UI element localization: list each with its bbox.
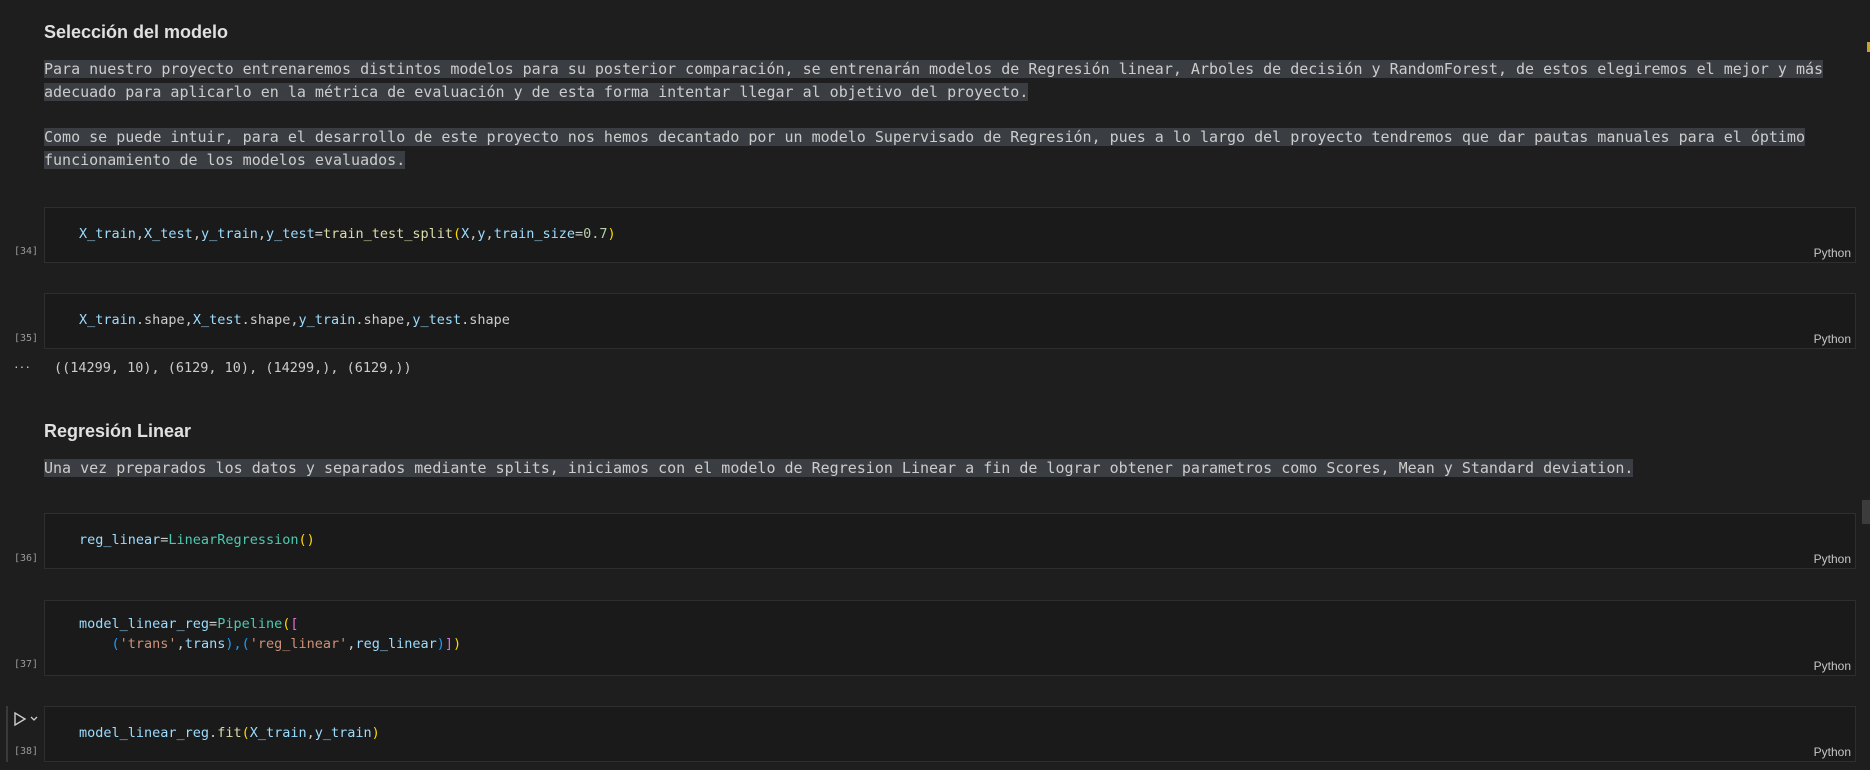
code-editor[interactable]: model_linear_reg=Pipeline([ ('trans',tra…: [79, 614, 461, 654]
cell-focus-bar: [6, 706, 8, 762]
cell-output: ((14299, 10), (6129, 10), (14299,), (612…: [54, 360, 412, 376]
execution-count: [34]: [14, 246, 39, 257]
code-cell-34[interactable]: X_train,X_test,y_train,y_test=train_test…: [44, 207, 1856, 263]
execution-count: [36]: [14, 553, 39, 564]
execution-count: [37]: [14, 659, 39, 670]
code-cell-38[interactable]: model_linear_reg.fit(X_train,y_train) Py…: [44, 706, 1856, 762]
code-editor[interactable]: reg_linear=LinearRegression(): [79, 530, 315, 550]
markdown-paragraph: Una vez preparados los datos y separados…: [44, 459, 1634, 477]
markdown-paragraph: Como se puede intuir, para el desarrollo…: [44, 128, 1805, 169]
scrollbar-thumb[interactable]: [1862, 500, 1870, 524]
code-cell-35[interactable]: X_train.shape,X_test.shape,y_train.shape…: [44, 293, 1856, 349]
section-title-seleccion: Selección del modelo: [44, 22, 229, 42]
cell-language[interactable]: Python: [1814, 552, 1851, 566]
chevron-down-icon: [30, 716, 38, 721]
code-editor[interactable]: X_train,X_test,y_train,y_test=train_test…: [79, 224, 616, 244]
markdown-paragraph: Para nuestro proyecto entrenaremos disti…: [44, 60, 1824, 101]
code-cell-36[interactable]: reg_linear=LinearRegression() Python: [44, 513, 1856, 569]
code-editor[interactable]: X_train.shape,X_test.shape,y_train.shape…: [79, 310, 510, 330]
execution-count: [35]: [14, 333, 39, 344]
code-editor[interactable]: model_linear_reg.fit(X_train,y_train): [79, 723, 380, 743]
code-cell-37[interactable]: model_linear_reg=Pipeline([ ('trans',tra…: [44, 600, 1856, 676]
section-title-regresion: Regresión Linear: [44, 421, 192, 441]
execution-count: [38]: [14, 746, 39, 757]
cell-language[interactable]: Python: [1814, 246, 1851, 260]
output-more-icon[interactable]: ···: [14, 358, 31, 374]
cell-language[interactable]: Python: [1814, 332, 1851, 346]
cell-language[interactable]: Python: [1814, 659, 1851, 673]
cell-language[interactable]: Python: [1814, 745, 1851, 759]
play-icon[interactable]: [12, 710, 42, 728]
